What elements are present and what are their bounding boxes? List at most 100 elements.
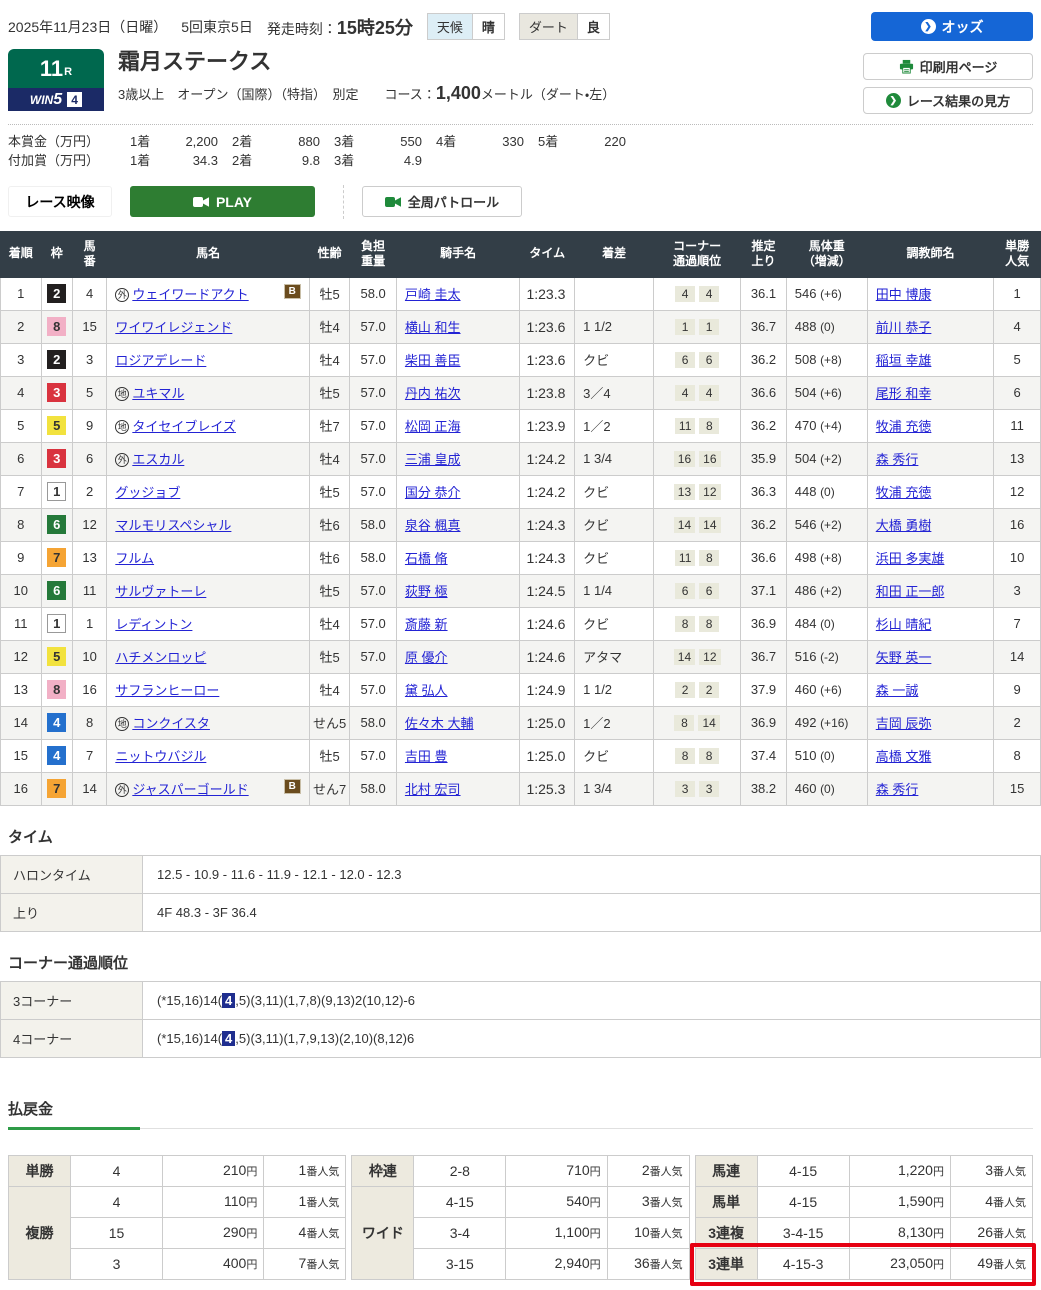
results-header-row: 着順枠馬 番馬名 性齢 負担 重量 騎手名 タイム 着差 コーナー 通過順位 推定 上り 馬体重… (0, 230, 1041, 278)
payout-combination: 3-15 (413, 1247, 507, 1280)
timing-value: 4F 48.3 - 3F 36.4 (142, 892, 1041, 932)
trainer-link[interactable]: 和田 正一郎 (876, 584, 945, 599)
body-weight-diff: (0) (820, 749, 835, 764)
jockey-link[interactable]: 荻野 極 (405, 584, 448, 599)
trainer-link[interactable]: 大橋 勇樹 (876, 518, 932, 533)
horse-name-link[interactable]: ロジアデレード (115, 353, 206, 368)
horse-name-link[interactable]: ユキマル (132, 386, 184, 401)
trainer-link[interactable]: 稲垣 幸雄 (876, 353, 932, 368)
origin-mark: 地 (115, 386, 130, 401)
horse-name-link[interactable]: マルモリスペシャル (115, 518, 231, 533)
trainer-cell: 和田 正一郎 (866, 573, 995, 608)
finish-position: 10 (0, 573, 42, 608)
horse-name-link[interactable]: タイセイブレイズ (132, 419, 236, 434)
jockey-link[interactable]: 吉田 豊 (405, 749, 448, 764)
horse-name-link[interactable]: ニットウバジル (115, 749, 206, 764)
race-number-suffix: R (64, 65, 73, 78)
horse-name-link[interactable]: コンクイスタ (132, 716, 210, 731)
trainer-link[interactable]: 森 秀行 (876, 782, 919, 797)
trainer-link[interactable]: 杉山 晴紀 (876, 617, 932, 632)
win-popularity: 3 (993, 573, 1041, 608)
jockey-link[interactable]: 戸崎 圭太 (405, 287, 461, 302)
horse-name-link[interactable]: グッジョブ (115, 485, 180, 500)
payout-section-title: 払戻金 (8, 1098, 1033, 1130)
win-popularity: 16 (993, 507, 1041, 542)
jockey-cell: 原 優介 (395, 639, 521, 674)
margin: 1／2 (574, 408, 655, 443)
horse-name-link[interactable]: エスカル (132, 452, 184, 467)
jockey-link[interactable]: 黛 弘人 (405, 683, 448, 698)
trainer-link[interactable]: 牧浦 充徳 (876, 419, 932, 434)
trainer-link[interactable]: 牧浦 充徳 (876, 485, 932, 500)
trainer-link[interactable]: 森 秀行 (876, 452, 919, 467)
jockey-link[interactable]: 横山 和生 (405, 320, 461, 335)
horse-name-link[interactable]: フルム (115, 551, 154, 566)
jockey-cell: 黛 弘人 (395, 672, 521, 707)
jockey-link[interactable]: 松岡 正海 (405, 419, 461, 434)
finish-position: 7 (0, 474, 42, 509)
jockey-link[interactable]: 柴田 善臣 (405, 353, 461, 368)
horse-name-link[interactable]: ジャスパーゴールド (132, 782, 248, 797)
trainer-link[interactable]: 森 一誠 (876, 683, 919, 698)
bracket-badge: 3 (47, 449, 67, 469)
trainer-link[interactable]: 矢野 英一 (876, 650, 932, 665)
odds-button-label: オッズ (941, 18, 984, 35)
race-number-value: 11 (39, 55, 64, 81)
result-row: 8 6 12 マルモリスペシャル 牡6 58.0 泉谷 楓真 1:24.3 クビ… (0, 507, 1041, 542)
jockey-link[interactable]: 石橋 脩 (405, 551, 448, 566)
body-weight: 504 (+6) (785, 375, 868, 410)
corner-position: 8 (675, 615, 696, 632)
patrol-video-button[interactable]: 全周パトロール (362, 186, 522, 218)
corner-position: 6 (675, 582, 696, 599)
finish-position: 15 (0, 738, 42, 773)
trainer-link[interactable]: 高橋 文雅 (876, 749, 932, 764)
jockey-link[interactable]: 佐々木 大輔 (405, 716, 474, 731)
bet-type-label: 3連単 (694, 1247, 758, 1280)
result-guide-button[interactable]: ❯ レース結果の見方 (863, 87, 1033, 114)
horse-name-link[interactable]: サフランヒーロー (115, 683, 219, 698)
results-column-header: 枠 (40, 230, 73, 278)
jockey-link[interactable]: 三浦 皇成 (405, 452, 461, 467)
jockey-link[interactable]: 斎藤 新 (405, 617, 448, 632)
trainer-link[interactable]: 尾形 和幸 (876, 386, 932, 401)
sex-age: 牡6 (308, 540, 351, 575)
play-button[interactable]: PLAY (130, 186, 315, 218)
trainer-link[interactable]: 吉岡 辰弥 (876, 716, 932, 731)
print-page-button[interactable]: 印刷用ページ (863, 53, 1033, 80)
jockey-link[interactable]: 国分 恭介 (405, 485, 461, 500)
body-weight-diff: (-2) (820, 650, 839, 665)
result-guide-label: レース結果の見方 (906, 94, 1011, 109)
last-3f-time: 36.2 (740, 342, 787, 377)
horse-name-cell: ロジアデレード (106, 342, 310, 377)
trainer-link[interactable]: 田中 博康 (876, 287, 932, 302)
corner-value: (*15,16)14(4,5)(3,11)(1,7,8)(9,13)2(10,1… (142, 980, 1041, 1020)
bracket-number: 4 (40, 738, 73, 773)
win-popularity: 5 (993, 342, 1041, 377)
jockey-link[interactable]: 原 優介 (405, 650, 448, 665)
last-3f-time: 36.1 (740, 276, 787, 311)
horse-name-link[interactable]: ハチメンロッピ (115, 650, 206, 665)
payout-amount: 290円 (161, 1216, 265, 1249)
horse-name-link[interactable]: サルヴァトーレ (115, 584, 206, 599)
jockey-link[interactable]: 泉谷 楓真 (405, 518, 461, 533)
prize-rank: 2着 (232, 134, 253, 149)
payout-row: 馬単 4-15 1,590円 4番人気 (694, 1185, 1033, 1218)
horse-number: 2 (71, 474, 108, 509)
payout-amount: 110円 (161, 1185, 265, 1218)
horse-name-link[interactable]: ウェイワードアクト (132, 287, 248, 302)
jockey-link[interactable]: 丹内 祐次 (405, 386, 461, 401)
race-video-button[interactable]: レース映像 (8, 186, 112, 218)
payout-popularity: 49番人気 (949, 1247, 1033, 1280)
horse-name-link[interactable]: レディントン (115, 617, 192, 632)
trainer-link[interactable]: 前川 恭子 (876, 320, 932, 335)
jockey-cell: 横山 和生 (395, 309, 521, 344)
trainer-link[interactable]: 浜田 多実雄 (876, 551, 945, 566)
jockey-link[interactable]: 北村 宏司 (405, 782, 461, 797)
carried-weight: 57.0 (349, 342, 397, 377)
horse-name-link[interactable]: ワイワイレジェンド (115, 320, 232, 335)
body-weight-diff: (+16) (820, 716, 849, 731)
sex-age: 牡4 (308, 309, 351, 344)
odds-button[interactable]: ❯ オッズ (871, 12, 1033, 41)
results-column-header: 調教師名 (866, 230, 995, 278)
payout-combination: 4 (70, 1154, 163, 1187)
